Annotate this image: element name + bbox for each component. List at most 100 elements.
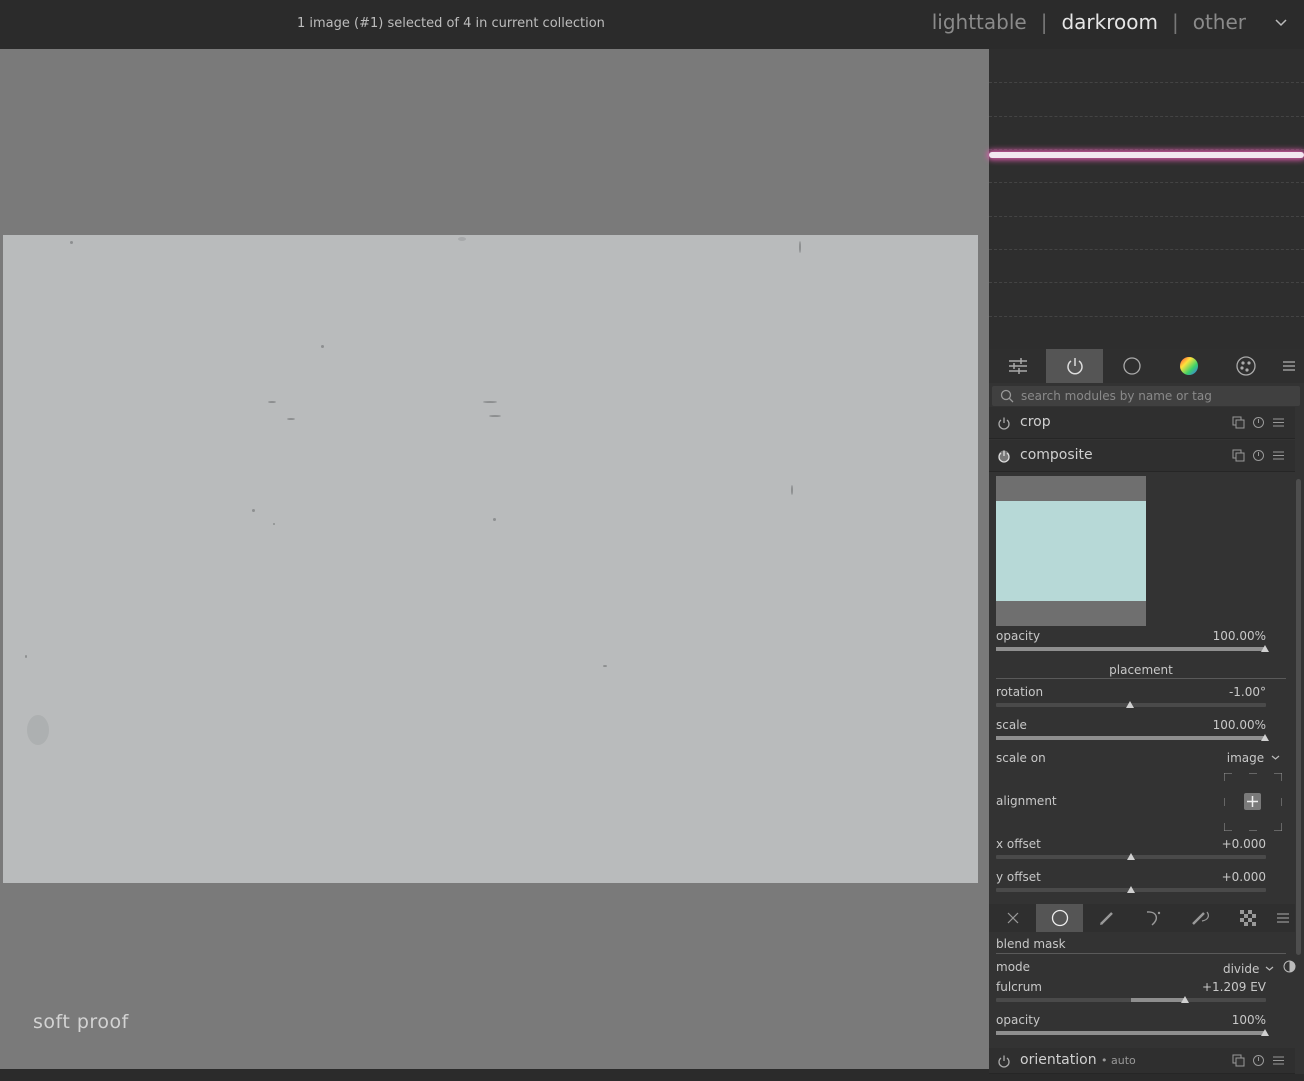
reset-icon[interactable]	[1252, 1054, 1265, 1067]
opacity-slider-marker[interactable]	[1261, 645, 1269, 652]
module-header-composite[interactable]: composite	[989, 440, 1295, 472]
bottom-toolbar	[0, 1069, 989, 1081]
tab-color[interactable]	[1160, 349, 1217, 383]
blend-opacity-value: 100%	[1231, 1013, 1266, 1027]
scale-on-row[interactable]: scale on image	[996, 751, 1280, 765]
tab-blend-drawn[interactable]	[1083, 904, 1130, 932]
color-wheel-icon	[1179, 357, 1198, 375]
sliders-icon	[1008, 358, 1027, 374]
fulcrum-slider-marker[interactable]	[1181, 996, 1189, 1003]
tab-effects[interactable]	[1217, 349, 1274, 383]
tab-blend-off[interactable]	[989, 904, 1036, 932]
x-offset-value: +0.000	[1221, 837, 1266, 851]
presets-menu-icon[interactable]	[1272, 416, 1285, 429]
opacity-row: opacity 100.00%	[996, 629, 1266, 643]
blend-opacity-row: opacity 100%	[996, 1013, 1266, 1027]
multi-instance-icon[interactable]	[1232, 449, 1245, 462]
y-offset-row: y offset +0.000	[996, 870, 1266, 884]
scale-slider[interactable]	[996, 736, 1266, 740]
tab-base[interactable]	[1103, 349, 1160, 383]
y-offset-label: y offset	[996, 870, 1041, 884]
parametric-icon	[1146, 911, 1160, 926]
rotation-value: -1.00°	[1228, 685, 1266, 699]
image-canvas[interactable]: soft proof	[0, 49, 989, 1069]
scale-on-value: image	[1226, 751, 1265, 765]
presets-menu-icon[interactable]	[1272, 449, 1285, 462]
blend-opacity-slider[interactable]	[996, 1031, 1266, 1035]
histogram[interactable]	[989, 49, 1304, 349]
tab-sliders[interactable]	[989, 349, 1046, 383]
opacity-slider[interactable]	[996, 647, 1266, 651]
module-search	[992, 386, 1300, 406]
align-center-button[interactable]	[1244, 793, 1261, 810]
blend-mode-tabs	[989, 904, 1295, 932]
reset-icon[interactable]	[1252, 449, 1265, 462]
panel-scrollbar[interactable]	[1296, 479, 1301, 955]
invert-blend-icon[interactable]	[1283, 960, 1296, 973]
scale-on-dropdown[interactable]: image	[1227, 751, 1280, 765]
tab-blend-uniform[interactable]	[1036, 904, 1083, 932]
photo-preview[interactable]	[3, 235, 978, 883]
uniform-icon	[1051, 909, 1068, 927]
chevron-down-icon[interactable]	[1274, 16, 1288, 30]
palette-icon	[1235, 356, 1256, 376]
module-name: composite	[1020, 447, 1093, 463]
circle-icon	[1122, 357, 1141, 375]
y-offset-value: +0.000	[1221, 870, 1266, 884]
rotation-slider-marker[interactable]	[1126, 701, 1134, 708]
search-input[interactable]	[1021, 387, 1291, 405]
composite-image-thumbnail[interactable]	[996, 476, 1146, 626]
module-header-orientation[interactable]: orientation • auto	[989, 1048, 1295, 1074]
menu-icon	[1277, 913, 1289, 923]
rotation-row: rotation -1.00°	[996, 685, 1266, 699]
multi-instance-icon[interactable]	[1232, 416, 1245, 429]
bottom-right-bar	[989, 1074, 1304, 1081]
scale-value: 100.00%	[1212, 718, 1266, 732]
view-separator: |	[1171, 10, 1179, 34]
y-offset-slider-marker[interactable]	[1127, 886, 1135, 893]
power-icon[interactable]	[997, 416, 1011, 430]
scale-row: scale 100.00%	[996, 718, 1266, 732]
alignment-grid[interactable]	[1223, 772, 1283, 832]
tab-presets-menu[interactable]	[1274, 349, 1303, 383]
blend-presets-menu[interactable]	[1271, 904, 1295, 932]
tab-blend-raster[interactable]	[1224, 904, 1271, 932]
scale-slider-marker[interactable]	[1261, 734, 1269, 741]
view-other[interactable]: other	[1193, 10, 1246, 34]
multi-instance-icon[interactable]	[1232, 1054, 1245, 1067]
blend-mode-dropdown[interactable]: divide	[1223, 960, 1296, 976]
presets-menu-icon[interactable]	[1272, 1054, 1285, 1067]
blend-opacity-label: opacity	[996, 1013, 1041, 1027]
fulcrum-row: fulcrum +1.209 EV	[996, 980, 1266, 994]
tab-blend-parametric[interactable]	[1130, 904, 1177, 932]
module-header-crop[interactable]: crop	[989, 407, 1295, 439]
power-icon[interactable]	[997, 449, 1011, 463]
placement-section: placement	[996, 663, 1286, 679]
blend-mode-value: divide	[1222, 962, 1260, 976]
fulcrum-slider[interactable]	[996, 998, 1266, 1002]
scale-label: scale	[996, 718, 1027, 732]
orientation-instance-label: • auto	[1101, 1054, 1136, 1067]
reset-icon[interactable]	[1252, 416, 1265, 429]
view-lighttable[interactable]: lighttable	[932, 10, 1027, 34]
module-group-tabs	[989, 349, 1304, 383]
x-offset-slider-marker[interactable]	[1127, 853, 1135, 860]
blend-opacity-slider-marker[interactable]	[1261, 1029, 1269, 1036]
tab-active-modules[interactable]	[1046, 349, 1103, 383]
tab-blend-drawn-parametric[interactable]	[1177, 904, 1224, 932]
right-panel: crop composite opacity 100.00% placement…	[989, 49, 1304, 1081]
close-icon	[1007, 912, 1018, 924]
drawn-parametric-icon	[1191, 911, 1209, 925]
plus-icon	[1247, 796, 1258, 807]
chevron-down-icon	[1265, 966, 1274, 971]
scale-on-label: scale on	[996, 751, 1046, 765]
blend-mask-section: blend mask	[996, 937, 1286, 954]
menu-icon	[1282, 361, 1295, 371]
power-icon[interactable]	[997, 1054, 1011, 1068]
blend-mode-row[interactable]: mode divide	[996, 960, 1296, 976]
view-separator: |	[1040, 10, 1048, 34]
search-icon	[1000, 389, 1014, 403]
power-icon	[1066, 358, 1083, 375]
view-darkroom[interactable]: darkroom	[1061, 10, 1158, 34]
pencil-icon	[1099, 912, 1113, 925]
